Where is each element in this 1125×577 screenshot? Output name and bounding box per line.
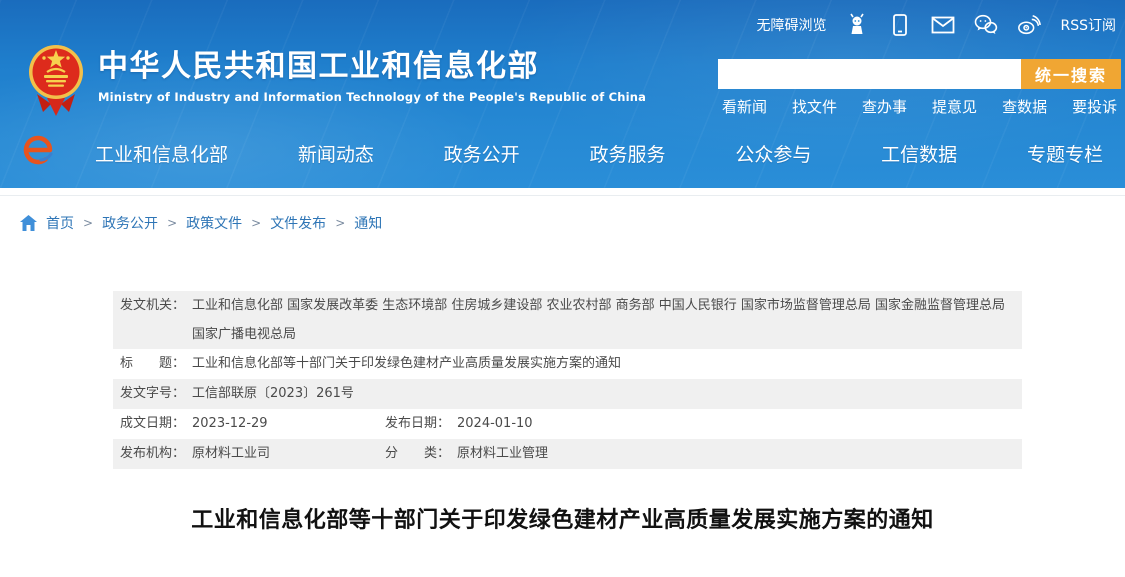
breadcrumb-separator: >	[335, 216, 345, 230]
national-emblem-icon	[27, 42, 85, 118]
site-title-en: Ministry of Industry and Information Tec…	[98, 90, 646, 104]
wechat-icon[interactable]	[974, 13, 998, 37]
quick-links: 看新闻 找文件 查办事 提意见 查数据 要投诉	[722, 96, 1117, 117]
page: 无障碍浏览	[0, 0, 1125, 577]
meta-row-title: 标 题： 工业和信息化部等十部门关于印发绿色建材产业高质量发展实施方案的通知	[113, 349, 1022, 379]
quick-link-news[interactable]: 看新闻	[722, 96, 767, 117]
utility-bar: 无障碍浏览	[756, 13, 1116, 37]
meta-value: 工业和信息化部等十部门关于印发绿色建材产业高质量发展实施方案的通知	[192, 349, 1012, 379]
nav-item-gov-services[interactable]: 政务服务	[589, 140, 665, 167]
quick-link-feedback[interactable]: 提意见	[932, 96, 977, 117]
meta-row-issuing-agencies: 发文机关： 工业和信息化部 国家发展改革委 生态环境部 住房城乡建设部 农业农村…	[113, 291, 1022, 349]
weibo-icon[interactable]	[1017, 13, 1041, 37]
mobile-phone-icon[interactable]	[888, 13, 912, 37]
breadcrumb-gov-info[interactable]: 政务公开	[102, 213, 158, 233]
article-title: 工业和信息化部等十部门关于印发绿色建材产业高质量发展实施方案的通知	[60, 502, 1065, 534]
meta-value: 工业和信息化部 国家发展改革委 生态环境部 住房城乡建设部 农业农村部 商务部 …	[192, 291, 1012, 349]
meta-label: 发布机构：	[120, 439, 192, 469]
quick-link-data[interactable]: 查数据	[1002, 96, 1047, 117]
accessibility-link[interactable]: 无障碍浏览	[756, 15, 826, 35]
home-icon[interactable]	[20, 215, 37, 231]
search-input[interactable]	[718, 59, 1021, 89]
breadcrumb-home[interactable]: 首页	[46, 213, 74, 233]
nav-item-topics[interactable]: 专题专栏	[1027, 140, 1103, 167]
nav-item-miit[interactable]: 工业和信息化部	[95, 140, 228, 167]
site-header: 无障碍浏览	[0, 0, 1125, 188]
meta-label: 标 题：	[120, 349, 192, 379]
meta-row-doc-number: 发文字号： 工信部联原〔2023〕261号	[113, 379, 1022, 409]
meta-row-publisher: 发布机构： 原材料工业司 分 类： 原材料工业管理	[113, 439, 1022, 469]
meta-value: 工信部联原〔2023〕261号	[192, 379, 1012, 409]
meta-value: 原材料工业管理	[457, 439, 1012, 469]
breadcrumb-separator: >	[167, 216, 177, 230]
site-title-cn: 中华人民共和国工业和信息化部	[98, 50, 646, 83]
meta-label: 发布日期：	[385, 409, 457, 439]
document-meta-table: 发文机关： 工业和信息化部 国家发展改革委 生态环境部 住房城乡建设部 农业农村…	[113, 291, 1022, 469]
header-divider	[0, 195, 1125, 196]
meta-label: 发文机关：	[120, 291, 192, 320]
quick-link-complaint[interactable]: 要投诉	[1072, 96, 1117, 117]
meta-label: 发文字号：	[120, 379, 192, 409]
site-title: 中华人民共和国工业和信息化部 Ministry of Industry and …	[98, 50, 646, 104]
meta-value: 2023-12-29	[192, 409, 385, 439]
meta-label: 成文日期：	[120, 409, 192, 439]
robot-mascot-icon[interactable]	[845, 13, 869, 37]
nav-item-participation[interactable]: 公众参与	[735, 140, 811, 167]
breadcrumb: 首页 > 政务公开 > 政策文件 > 文件发布 > 通知	[20, 213, 382, 233]
breadcrumb-notice[interactable]: 通知	[354, 213, 382, 233]
meta-label: 分 类：	[385, 439, 457, 469]
nav-items: 工业和信息化部 新闻动态 政务公开 政务服务 公众参与 工信数据 专题专栏	[95, 130, 1103, 176]
nav-item-news[interactable]: 新闻动态	[298, 140, 374, 167]
breadcrumb-separator: >	[83, 216, 93, 230]
meta-value: 原材料工业司	[192, 439, 385, 469]
quick-link-services[interactable]: 查办事	[862, 96, 907, 117]
main-nav: 工业和信息化部 新闻动态 政务公开 政务服务 公众参与 工信数据 专题专栏	[0, 130, 1125, 176]
rss-link[interactable]: RSS订阅	[1060, 15, 1116, 35]
meta-value: 2024-01-10	[457, 409, 1012, 439]
nav-item-data[interactable]: 工信数据	[881, 140, 957, 167]
search-button[interactable]: 统一搜索	[1021, 59, 1121, 89]
miit-logo-icon	[21, 133, 55, 167]
meta-row-dates: 成文日期： 2023-12-29 发布日期： 2024-01-10	[113, 409, 1022, 439]
quick-link-documents[interactable]: 找文件	[792, 96, 837, 117]
mail-icon[interactable]	[931, 13, 955, 37]
nav-item-gov-info[interactable]: 政务公开	[444, 140, 520, 167]
breadcrumb-separator: >	[251, 216, 261, 230]
breadcrumb-doc-release[interactable]: 文件发布	[270, 213, 326, 233]
breadcrumb-policy-docs[interactable]: 政策文件	[186, 213, 242, 233]
